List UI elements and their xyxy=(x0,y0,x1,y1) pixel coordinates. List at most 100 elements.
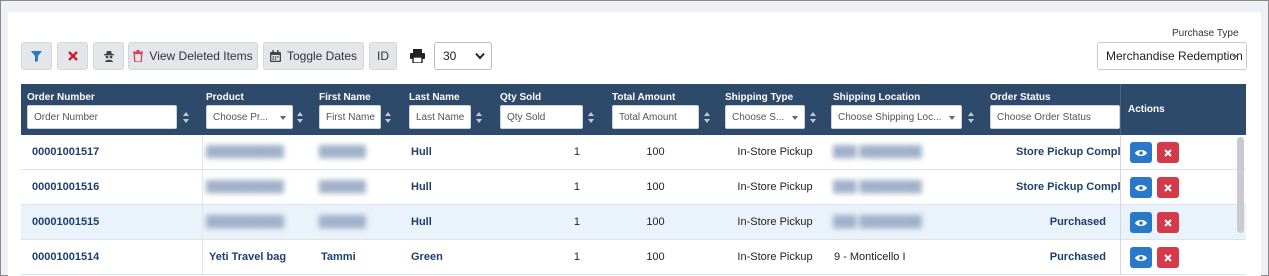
qty-sold-cell: 1 xyxy=(573,146,580,158)
sort-icon[interactable] xyxy=(183,112,189,123)
delete-button[interactable] xyxy=(1157,142,1179,163)
table-row[interactable]: 00001001514 Yeti Travel bag Tammi Green … xyxy=(21,240,1246,275)
order-number-cell[interactable]: 00001001516 xyxy=(32,170,99,205)
product-cell-redacted: ██████████ xyxy=(206,216,284,228)
product-cell: Yeti Travel bag xyxy=(209,251,287,263)
toggle-dates-button[interactable]: Toggle Dates xyxy=(263,42,364,70)
id-button[interactable]: ID xyxy=(369,42,397,70)
shipping-type-cell: In-Store Pickup xyxy=(737,251,813,263)
col-order-status-title: Order Status xyxy=(990,92,1051,103)
calendar-icon xyxy=(269,50,281,62)
close-icon xyxy=(1164,148,1172,157)
last-name-cell: Hull xyxy=(411,216,432,228)
order-status-cell: Store Pickup Compl xyxy=(1016,146,1120,158)
toggle-dates-label: Toggle Dates xyxy=(286,49,358,63)
shipping-location-cell-redacted: ███ ████████ xyxy=(833,216,922,228)
sort-icon[interactable] xyxy=(810,112,816,123)
first-name-filter[interactable]: First Name xyxy=(319,105,381,129)
last-name-filter[interactable]: Last Name xyxy=(409,105,471,129)
product-filter-placeholder: Choose Pr... xyxy=(213,111,269,123)
product-cell-redacted: ██████████ xyxy=(206,181,284,193)
first-name-cell-redacted: ██████ xyxy=(319,181,366,193)
col-actions-header: Actions xyxy=(1120,84,1246,135)
sort-icon[interactable] xyxy=(588,112,594,123)
delete-button[interactable] xyxy=(1157,177,1179,198)
product-filter[interactable]: Choose Pr... xyxy=(206,105,293,129)
user-secret-icon xyxy=(103,51,114,62)
col-actions-title: Actions xyxy=(1128,104,1165,115)
sort-icon[interactable] xyxy=(476,112,482,123)
close-icon xyxy=(1164,253,1172,262)
trash-icon xyxy=(133,50,144,62)
col-qty-sold-title: Qty Sold xyxy=(500,92,542,103)
sort-icon[interactable] xyxy=(704,112,710,123)
shipping-type-cell: In-Store Pickup xyxy=(737,146,813,158)
view-button[interactable] xyxy=(1130,247,1152,268)
delete-button[interactable] xyxy=(1157,212,1179,233)
qty-sold-filter[interactable]: Qty Sold xyxy=(500,105,583,129)
shipping-location-cell: 9 - Monticello I xyxy=(834,251,906,263)
view-deleted-items-button[interactable]: View Deleted Items xyxy=(128,42,258,70)
shipping-type-cell: In-Store Pickup xyxy=(737,216,813,228)
purchase-type-select[interactable]: Merchandise Redemption xyxy=(1097,42,1247,70)
page-size-select[interactable]: 30 xyxy=(434,42,492,70)
purchase-type-label: Purchase Type xyxy=(1172,28,1239,39)
order-number-cell[interactable]: 00001001515 xyxy=(32,205,99,240)
qty-sold-cell: 1 xyxy=(573,251,580,263)
sort-icon[interactable] xyxy=(385,112,391,123)
first-name-cell: Tammi xyxy=(321,251,356,263)
actions-cell xyxy=(1120,135,1246,170)
col-total-amount-title: Total Amount xyxy=(612,92,676,103)
shipping-location-filter[interactable]: Choose Shipping Loc... xyxy=(831,105,962,129)
sort-icon[interactable] xyxy=(968,112,974,123)
total-amount-cell: 100 xyxy=(646,251,665,263)
view-button[interactable] xyxy=(1130,142,1152,163)
filter-button[interactable] xyxy=(21,42,52,70)
purchase-type-value: Merchandise Redemption xyxy=(1106,49,1243,63)
view-button[interactable] xyxy=(1130,212,1152,233)
table-row[interactable]: 00001001516 ██████████ ██████ Hull 1 100… xyxy=(21,170,1246,205)
table-row[interactable]: 00001001515 ██████████ ██████ Hull 1 100… xyxy=(21,205,1246,240)
order-status-cell: Purchased xyxy=(1049,251,1106,263)
delete-button[interactable] xyxy=(1157,247,1179,268)
vertical-scrollbar[interactable] xyxy=(1237,137,1244,233)
close-icon xyxy=(67,51,78,61)
close-icon xyxy=(1164,218,1172,227)
order-number-cell[interactable]: 00001001514 xyxy=(32,240,99,275)
total-amount-cell: 100 xyxy=(646,146,665,158)
order-number-cell[interactable]: 00001001517 xyxy=(32,135,99,170)
caret-down-icon xyxy=(792,116,798,120)
shipping-location-cell-redacted: ███ ████████ xyxy=(833,181,922,193)
product-cell-redacted: ██████████ xyxy=(206,146,284,158)
eye-icon xyxy=(1135,184,1147,191)
sort-icon[interactable] xyxy=(297,112,303,123)
shipping-type-cell: In-Store Pickup xyxy=(737,181,813,193)
incognito-button[interactable] xyxy=(93,42,124,70)
order-number-filter[interactable]: Order Number xyxy=(27,105,177,129)
shipping-location-cell-redacted: ███ ████████ xyxy=(833,146,922,158)
eye-icon xyxy=(1135,219,1147,226)
shipping-type-filter[interactable]: Choose S... xyxy=(725,105,805,129)
printer-icon[interactable] xyxy=(410,49,425,63)
shipping-location-filter-placeholder: Choose Shipping Loc... xyxy=(838,111,942,123)
view-button[interactable] xyxy=(1130,177,1152,198)
order-status-filter[interactable]: Choose Order Status xyxy=(990,105,1120,129)
first-name-cell-redacted: ██████ xyxy=(319,146,366,158)
total-amount-cell: 100 xyxy=(646,216,665,228)
qty-sold-cell: 1 xyxy=(573,216,580,228)
frozen-column-divider xyxy=(202,135,203,276)
table-row[interactable]: 00001001517 ██████████ ██████ Hull 1 100… xyxy=(21,135,1246,170)
filter-icon xyxy=(31,50,42,62)
caret-down-icon xyxy=(949,116,955,120)
view-deleted-items-label: View Deleted Items xyxy=(149,49,253,63)
qty-sold-cell: 1 xyxy=(573,181,580,193)
col-order-number-title: Order Number xyxy=(27,92,95,103)
total-amount-cell: 100 xyxy=(646,181,665,193)
actions-cell xyxy=(1120,170,1246,205)
col-shipping-location-title: Shipping Location xyxy=(833,92,921,103)
clear-filters-button[interactable] xyxy=(57,42,88,70)
actions-cell xyxy=(1120,205,1246,240)
total-amount-filter[interactable]: Total Amount xyxy=(612,105,699,129)
col-last-name-title: Last Name xyxy=(409,92,460,103)
shipping-type-filter-placeholder: Choose S... xyxy=(732,111,785,123)
